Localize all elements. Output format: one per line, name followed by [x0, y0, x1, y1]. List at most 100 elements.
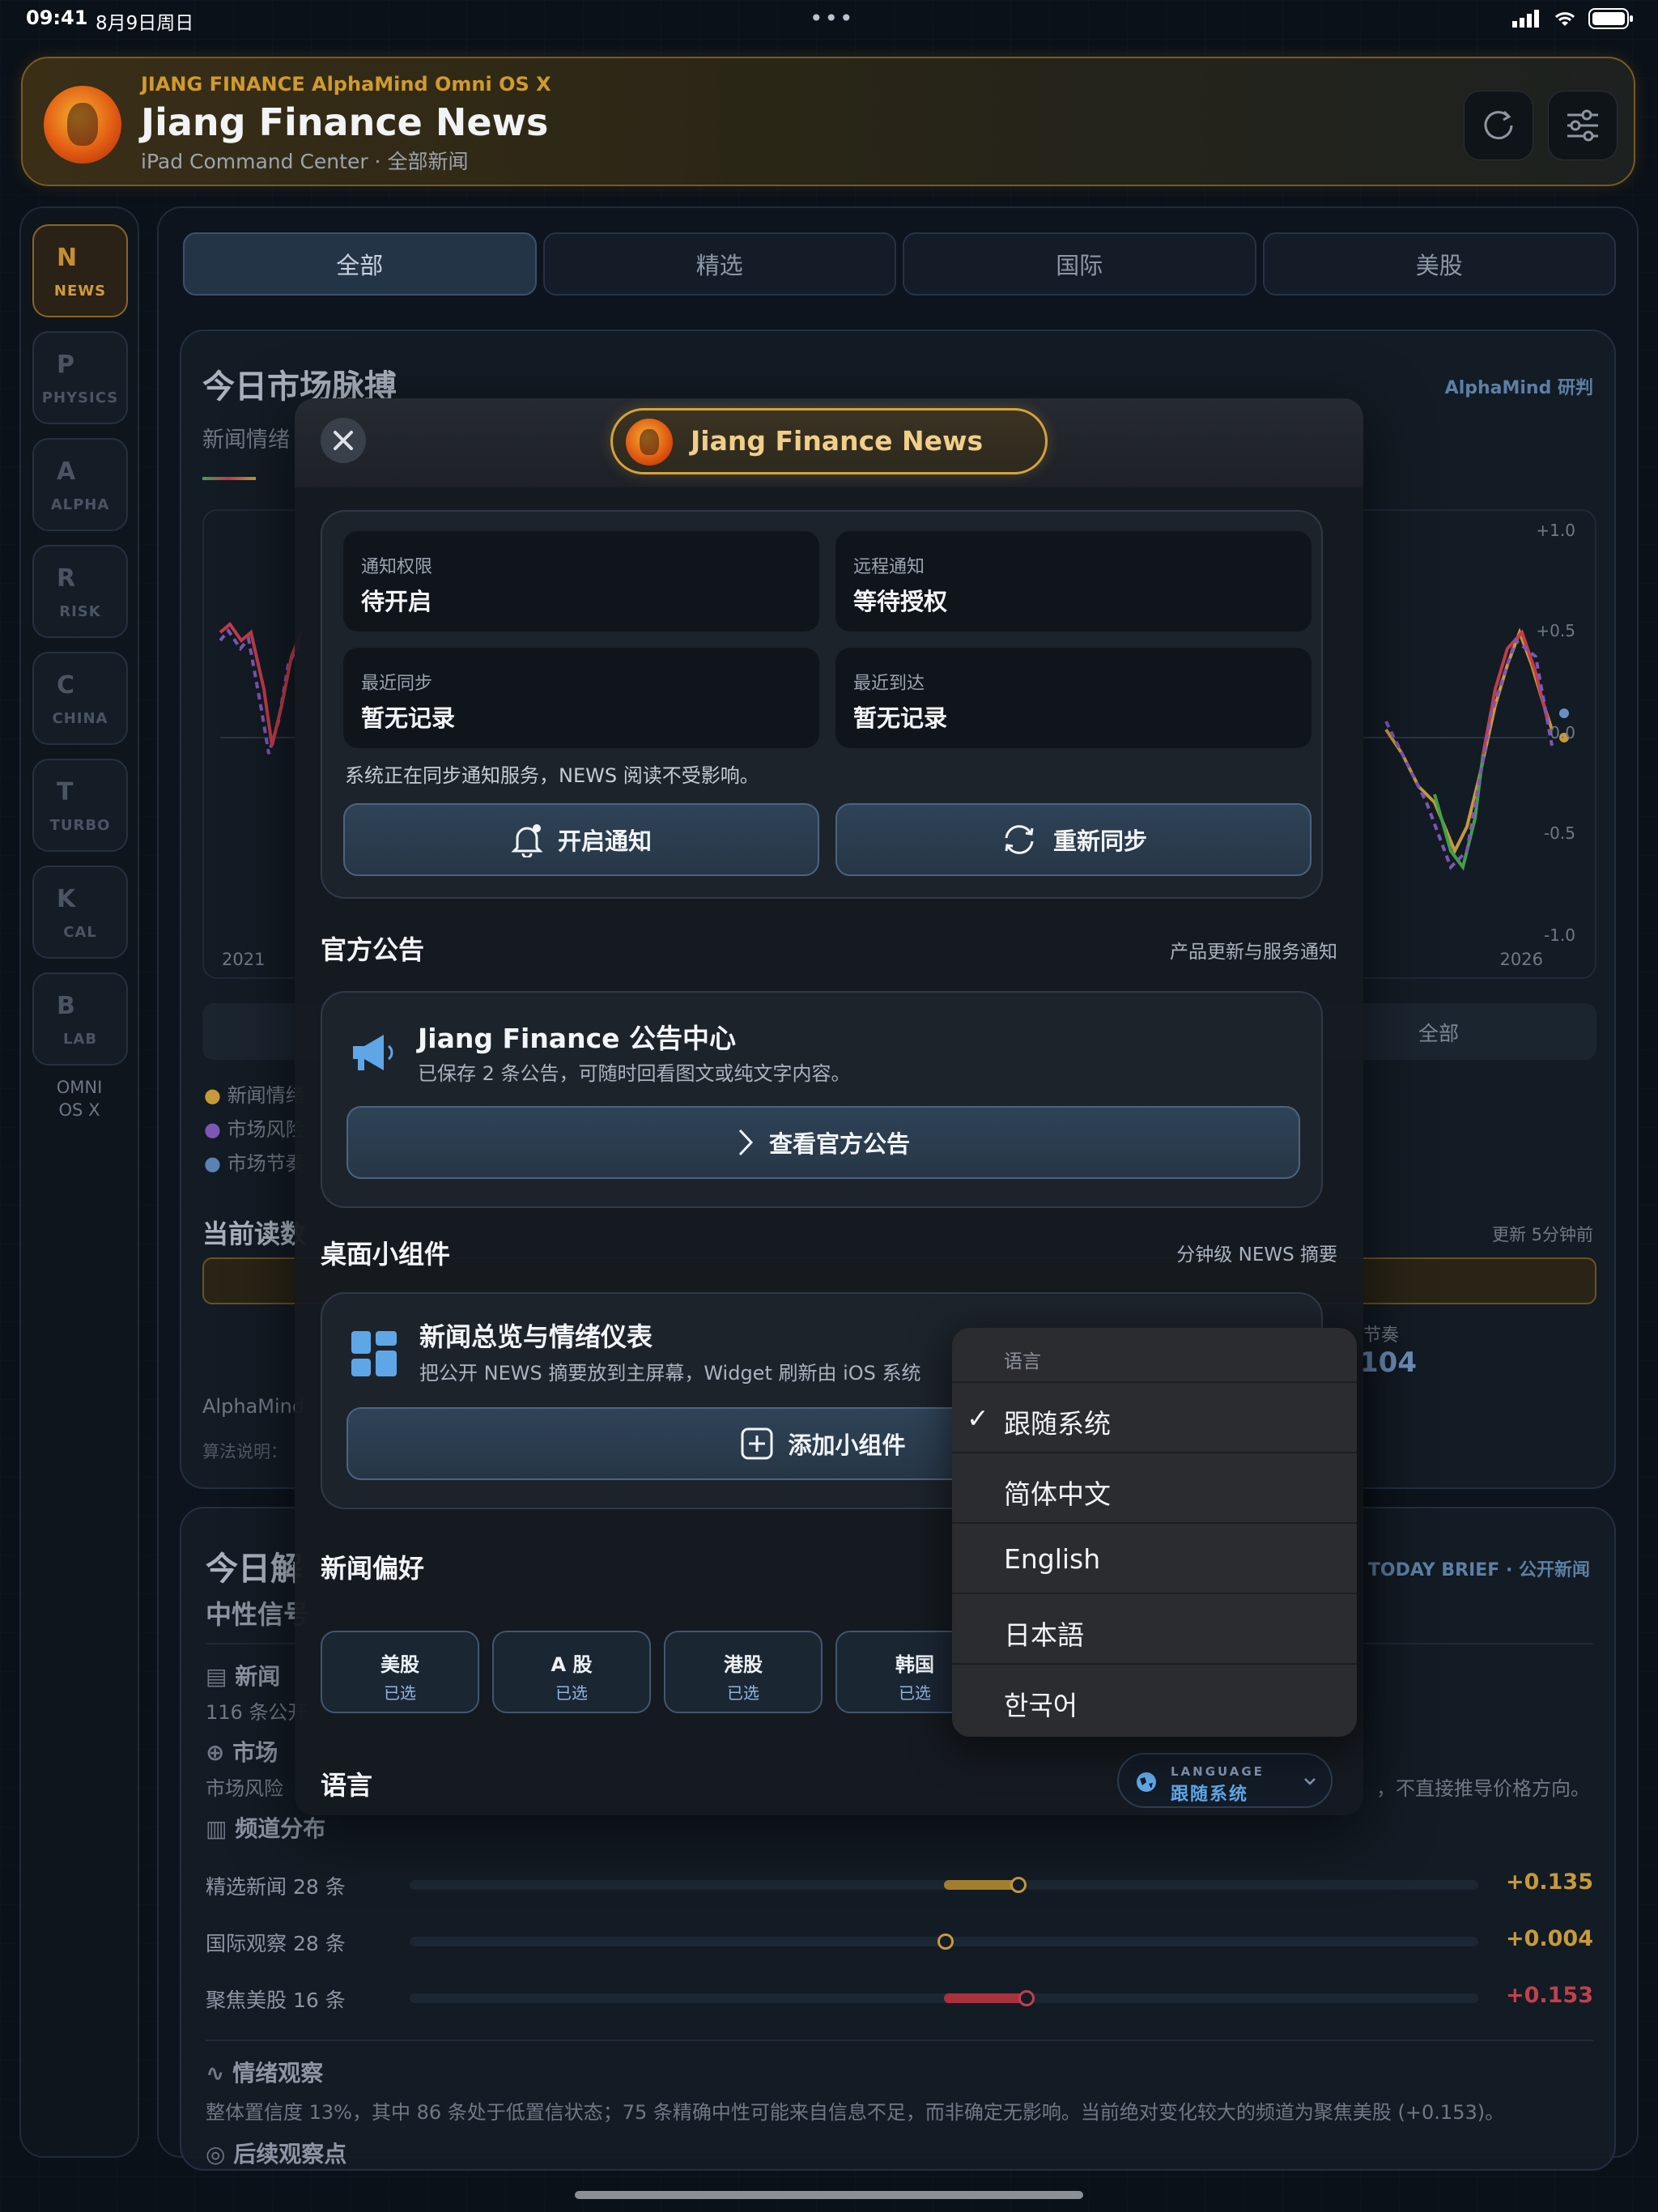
end-marker-blue	[1559, 708, 1569, 718]
refresh-button[interactable]	[1464, 91, 1533, 160]
prefs-section-title: 新闻偏好	[321, 1553, 425, 1584]
dropdown-header: 语言	[1004, 1351, 1041, 1372]
app-header: JIANG FINANCE AlphaMind Omni OS X Jiang …	[21, 57, 1635, 186]
x-tick-end: 2026	[1499, 950, 1543, 969]
news-row: ▤ 新闻	[206, 1659, 280, 1691]
document-icon: ▤	[206, 1663, 227, 1690]
sidebar-item-alpha[interactable]: A ALPHA	[32, 438, 128, 531]
multitask-dots-icon[interactable]: •••	[810, 5, 855, 32]
sidebar-item-lab[interactable]: B LAB	[32, 972, 128, 1066]
widget-title: 新闻总览与情绪仪表	[419, 1321, 653, 1352]
plus-square-icon	[741, 1427, 773, 1460]
next-title: 后续观察点	[233, 2141, 347, 2167]
language-option-system[interactable]: ✓ 跟随系统	[952, 1381, 1357, 1452]
sync-note: 系统正在同步通知服务，NEWS 阅读不受影响。	[345, 764, 759, 787]
channel-label: 聚焦美股 16 条	[206, 1989, 346, 2012]
target-icon: ◎	[206, 2141, 226, 2167]
brand-avatar	[44, 86, 121, 164]
enable-notification-label: 开启通知	[557, 827, 652, 855]
remote-notify-cell: 远程通知 等待授权	[835, 531, 1312, 632]
y-tick-4: -0.5	[1543, 823, 1575, 843]
sheet-header: Jiang Finance News	[295, 398, 1363, 487]
cellular-signal-icon	[1512, 10, 1539, 28]
language-option-zh-hans[interactable]: 简体中文	[952, 1452, 1357, 1522]
language-option-ko[interactable]: 한국어	[952, 1663, 1357, 1733]
bell-icon	[511, 824, 543, 857]
chip-name: A 股	[551, 1653, 593, 1676]
sidebar-item-china[interactable]: C CHINA	[32, 652, 128, 745]
view-announcements-button[interactable]: 查看官方公告	[346, 1106, 1300, 1179]
legend-item-sentiment: ● 新闻情绪	[204, 1084, 305, 1107]
bar-chart-icon: ▥	[206, 1815, 227, 1842]
y-tick-3: 0.0	[1550, 723, 1575, 742]
channel-label: 国际观察 28 条	[206, 1932, 346, 1955]
channel-row-international: 国际观察 28 条 +0.004	[206, 1925, 1593, 1957]
announce-section-title: 官方公告	[321, 934, 425, 965]
home-indicator[interactable]	[575, 2191, 1083, 2199]
nav-letter: C	[57, 671, 75, 700]
pref-chip-hk[interactable]: 港股 已选	[664, 1631, 823, 1713]
range-segment-all[interactable]: 全部	[1418, 1018, 1459, 1047]
series-path-risk	[219, 627, 303, 755]
pulse-icon: ∿	[206, 2060, 225, 2087]
page-subtitle: iPad Command Center · 全部新闻	[141, 150, 469, 173]
nav-letter: R	[57, 564, 76, 593]
language-select[interactable]: LANGUAGE 跟随系统	[1117, 1753, 1333, 1808]
y-tick-2: +0.5	[1536, 621, 1575, 640]
legend-label: 市场节奏	[227, 1152, 305, 1175]
algo-note: 算法说明：	[202, 1442, 287, 1461]
megaphone-icon	[353, 1035, 393, 1070]
pref-chip-a-share[interactable]: A 股已选	[492, 1631, 651, 1713]
series-path-sentiment-right	[1482, 629, 1550, 755]
close-button[interactable]	[321, 418, 366, 463]
add-widget-label: 添加小组件	[788, 1431, 906, 1459]
channel-row-featured: 精选新闻 28 条 +0.135	[206, 1868, 1593, 1900]
language-caption: LANGUAGE	[1171, 1764, 1265, 1779]
rhythm-label: 节奏	[1363, 1325, 1400, 1346]
tab-international[interactable]: 国际	[903, 232, 1256, 296]
channel-row-us: 聚焦美股 16 条 +0.153	[206, 1981, 1593, 2014]
notify-permission-cell: 通知权限 待开启	[343, 531, 819, 632]
tab-all[interactable]: 全部	[183, 232, 537, 296]
reading-updated: 更新 5分钟前	[1491, 1225, 1593, 1244]
settings-button[interactable]	[1548, 91, 1618, 160]
sidebar-item-turbo[interactable]: T TURBO	[32, 759, 128, 852]
cell-key: 最近同步	[361, 674, 433, 694]
tab-us-stocks[interactable]: 美股	[1262, 232, 1616, 296]
page-title: Jiang Finance News	[141, 100, 549, 144]
news-count: 116 条公开	[206, 1701, 308, 1724]
market-label: 市场	[232, 1739, 278, 1766]
alphamind-label: AlphaMind	[202, 1395, 305, 1418]
emotion-title-row: ∿ 情绪观察	[206, 2056, 323, 2088]
language-section-title: 语言	[321, 1770, 373, 1801]
sidebar-item-physics[interactable]: P PHYSICS	[32, 331, 128, 424]
sidebar-item-cal[interactable]: K CAL	[32, 866, 128, 959]
chevron-right-icon	[738, 1129, 754, 1156]
battery-icon	[1588, 8, 1633, 29]
sidebar-item-risk[interactable]: R RISK	[32, 545, 128, 638]
target-icon: ⊕	[206, 1739, 225, 1766]
channel-track	[410, 1990, 1478, 2006]
resync-button[interactable]: 重新同步	[835, 803, 1312, 876]
chip-name: 美股	[380, 1653, 419, 1676]
channel-title: 频道分布	[235, 1815, 326, 1842]
rhythm-value: 104	[1359, 1346, 1417, 1379]
nav-label: ALPHA	[50, 496, 110, 513]
pref-chip-us[interactable]: 美股 已选	[321, 1631, 479, 1713]
enable-notification-button[interactable]: 开启通知	[343, 803, 819, 876]
language-option-ja[interactable]: 日本語	[952, 1593, 1357, 1663]
nav-label: RISK	[59, 603, 101, 620]
notification-card: 通知权限 待开启 远程通知 等待授权 最近同步 暂无记录 最近到达 暂无记录 系统正在同…	[321, 510, 1323, 899]
series-path-rhythm	[1384, 627, 1554, 855]
channel-value: +0.153	[1505, 1983, 1593, 2008]
language-option-en[interactable]: English	[952, 1522, 1357, 1593]
tab-featured[interactable]: 精选	[542, 232, 896, 296]
sync-icon	[1005, 825, 1034, 854]
nav-letter: K	[57, 885, 76, 913]
sidebar-item-news[interactable]: N NEWS	[32, 224, 128, 317]
y-tick-1: +1.0	[1536, 521, 1575, 540]
pulse-badge: AlphaMind 研判	[1444, 378, 1593, 398]
announce-title: Jiang Finance 公告中心	[418, 1023, 737, 1054]
series-path-green	[1433, 753, 1485, 871]
chevron-down-icon	[1304, 1778, 1316, 1785]
